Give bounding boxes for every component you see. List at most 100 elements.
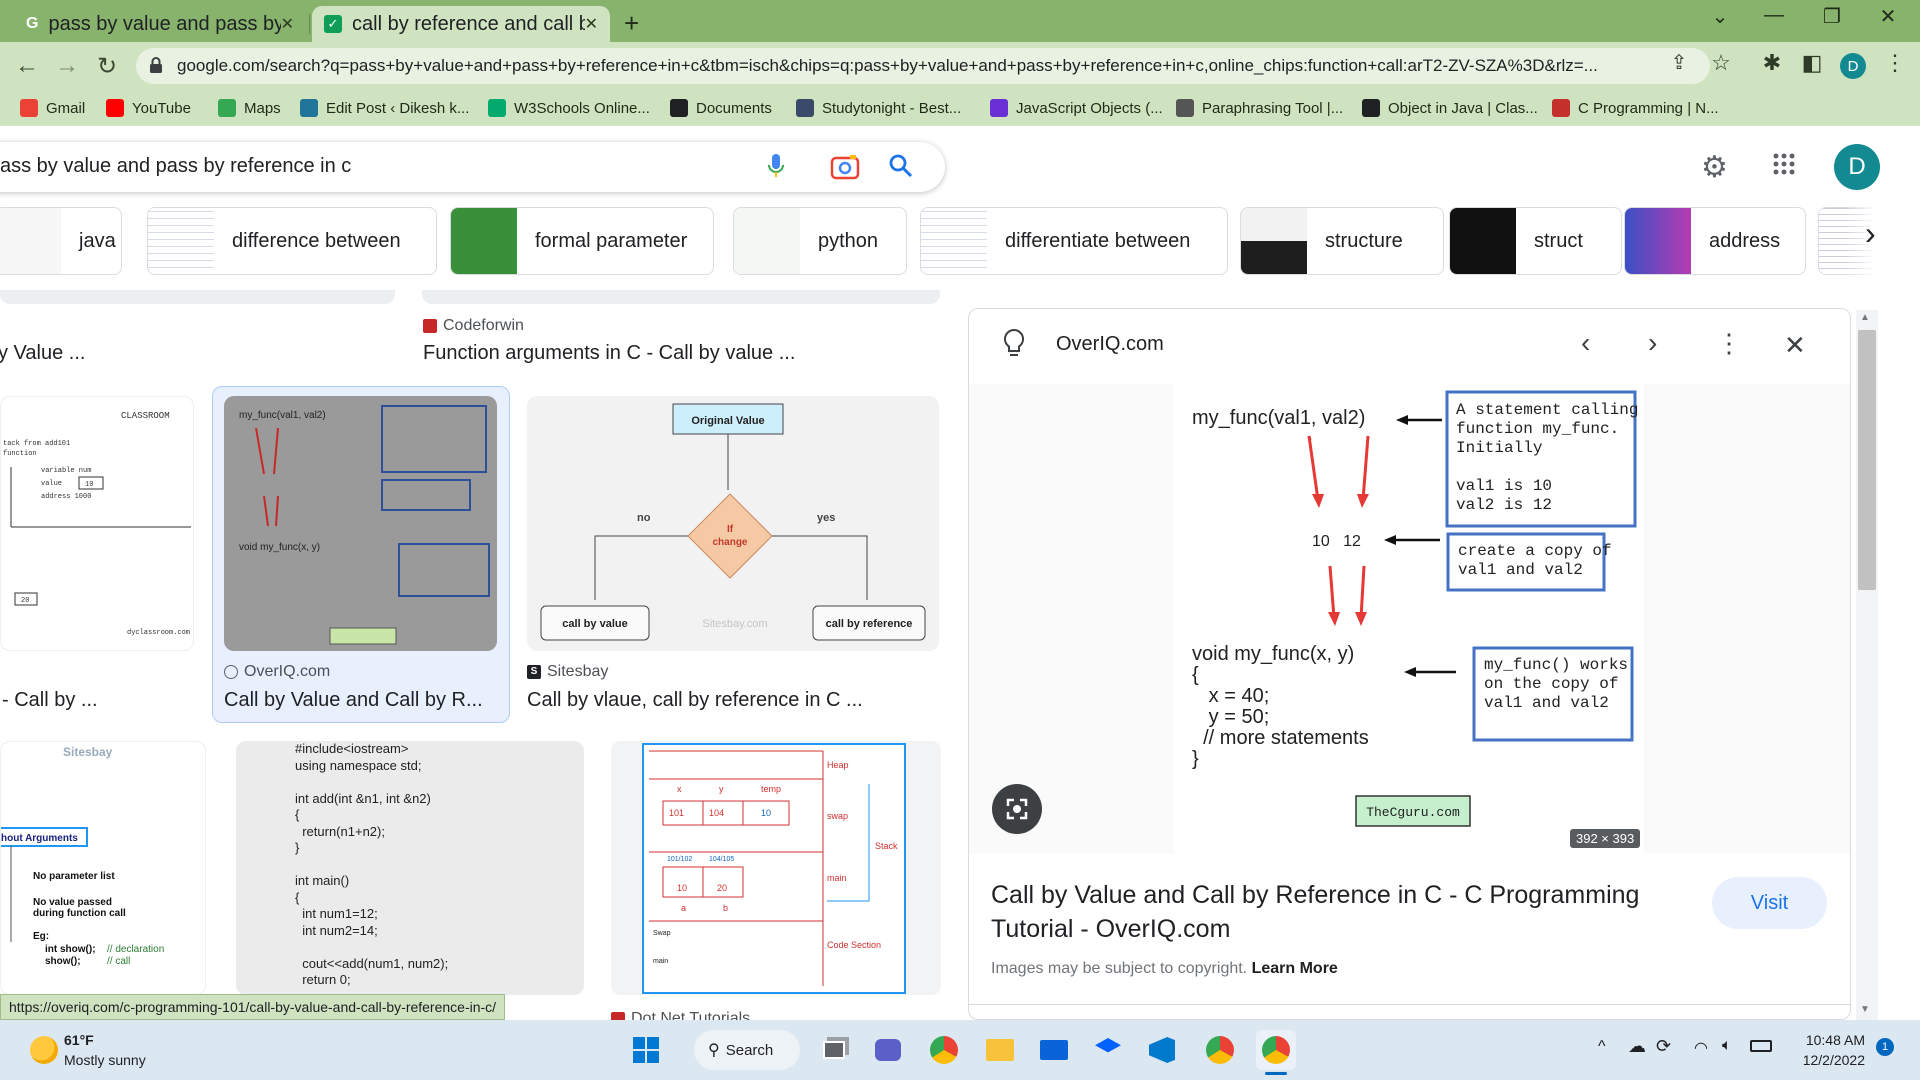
- close-tab-icon[interactable]: ✕: [281, 14, 294, 34]
- chip-formal-parameter[interactable]: formal parameter: [450, 207, 714, 275]
- apps-grid-icon[interactable]: [1772, 152, 1796, 181]
- result-source[interactable]: Codeforwin: [423, 317, 524, 335]
- notification-badge-icon[interactable]: 1: [1876, 1038, 1894, 1056]
- mail-icon[interactable]: [1034, 1030, 1074, 1070]
- scrollbar-thumb[interactable]: [1858, 330, 1876, 590]
- bookmark-documents[interactable]: Documents: [670, 96, 772, 120]
- learn-more-link[interactable]: Learn More: [1252, 960, 1338, 977]
- chip-structure[interactable]: structure: [1240, 207, 1444, 275]
- result-image-cut[interactable]: [422, 290, 940, 304]
- onedrive-icon[interactable]: ☁: [1628, 1036, 1646, 1057]
- tab-search-chevron-icon[interactable]: ⌄: [1700, 4, 1740, 29]
- side-panel-icon[interactable]: ◧: [1797, 50, 1827, 76]
- image-search-icon[interactable]: [830, 154, 860, 185]
- bookmark-studytonight[interactable]: Studytonight - Best...: [796, 96, 961, 120]
- scroll-down-arrow-icon[interactable]: ▼: [1860, 1004, 1870, 1015]
- bookmark-maps[interactable]: Maps: [218, 96, 281, 120]
- chrome-icon[interactable]: [924, 1030, 964, 1070]
- tab-call-by-reference[interactable]: ✓ call by reference and call by valu ✕: [312, 6, 610, 42]
- svg-text:If: If: [727, 524, 734, 535]
- preview-image[interactable]: my_func(val1, val2) A statement calling …: [1174, 384, 1644, 854]
- voice-search-icon[interactable]: [768, 153, 784, 185]
- bookmark-youtube[interactable]: YouTube: [106, 96, 191, 120]
- taskbar-search[interactable]: ⚲ Search: [694, 1030, 800, 1070]
- preview-site-name[interactable]: OverIQ.com: [1056, 333, 1164, 356]
- bookmark-c[interactable]: C Programming | N...: [1552, 96, 1719, 120]
- scroll-up-arrow-icon[interactable]: ▲: [1860, 312, 1870, 323]
- wifi-icon[interactable]: ◠: [1694, 1038, 1708, 1058]
- share-icon[interactable]: ⇪: [1664, 50, 1694, 75]
- search-icon[interactable]: [888, 153, 914, 184]
- chrome-profile-icon[interactable]: [1200, 1030, 1240, 1070]
- result-image-cut[interactable]: [0, 290, 395, 304]
- profile-button[interactable]: D: [1840, 53, 1866, 79]
- account-button[interactable]: D: [1834, 144, 1880, 190]
- result-image-classroom[interactable]: CLASSROOM tack from add101 function vari…: [0, 396, 194, 651]
- settings-gear-icon[interactable]: ⚙: [1701, 150, 1728, 185]
- task-view-icon[interactable]: [814, 1030, 854, 1070]
- bookmark-w3schools[interactable]: W3Schools Online...: [488, 96, 650, 120]
- result-source[interactable]: OverIQ.com: [224, 663, 330, 681]
- close-preview-icon[interactable]: ✕: [1784, 330, 1806, 361]
- start-button[interactable]: [626, 1030, 666, 1070]
- chip-python[interactable]: python: [733, 207, 907, 275]
- battery-icon[interactable]: [1750, 1040, 1772, 1052]
- thumb-text: Eg:: [33, 931, 49, 942]
- forward-button[interactable]: →: [52, 52, 82, 80]
- back-button[interactable]: ←: [12, 52, 42, 80]
- result-title[interactable]: Call by Value and Call by R...: [224, 689, 483, 712]
- bookmark-javascript[interactable]: JavaScript Objects (...: [990, 96, 1163, 120]
- chip-struct[interactable]: struct: [1449, 207, 1622, 275]
- visit-button[interactable]: Visit: [1712, 877, 1827, 929]
- result-image-without-arguments[interactable]: Sitesbay hout Arguments No parameter lis…: [0, 741, 206, 995]
- result-source[interactable]: S Sitesbay: [527, 663, 608, 681]
- codeforwin-icon: [423, 319, 437, 333]
- reload-button[interactable]: ↻: [92, 52, 122, 81]
- new-tab-button[interactable]: +: [624, 8, 639, 39]
- volume-icon[interactable]: 🔈︎: [1722, 1037, 1732, 1055]
- result-title[interactable]: - Call by ...: [2, 689, 98, 712]
- menu-kebab-icon[interactable]: ⋮: [1880, 50, 1910, 76]
- code-line: int num2=14;: [295, 922, 378, 938]
- close-tab-icon[interactable]: ✕: [585, 14, 598, 34]
- diagram-box1-line: Initially: [1456, 439, 1543, 457]
- extensions-icon[interactable]: ✱: [1757, 50, 1787, 76]
- chrome-active-icon[interactable]: [1256, 1030, 1296, 1070]
- memory-value: 101: [669, 808, 684, 818]
- close-window-button[interactable]: ✕: [1868, 4, 1908, 29]
- result-image-flowchart[interactable]: Original Value If change no yes call by …: [527, 396, 939, 651]
- chevron-right-icon[interactable]: ›: [1865, 215, 1876, 252]
- preview-title[interactable]: Call by Value and Call by Reference in C…: [991, 878, 1691, 946]
- bookmark-star-icon[interactable]: ☆: [1706, 50, 1736, 76]
- chip-difference-between[interactable]: difference between: [147, 207, 437, 275]
- next-image-icon[interactable]: ›: [1648, 327, 1657, 359]
- chip-address[interactable]: address: [1624, 207, 1806, 275]
- teams-chat-icon[interactable]: [868, 1030, 908, 1070]
- maximize-button[interactable]: ❐: [1812, 4, 1852, 29]
- tab-search-results[interactable]: G pass by value and pass by referen ✕: [14, 6, 306, 42]
- more-options-icon[interactable]: ⋮: [1716, 328, 1742, 359]
- search-input[interactable]: ass by value and pass by reference in c: [0, 142, 945, 192]
- vscode-icon[interactable]: [1142, 1030, 1182, 1070]
- sync-icon[interactable]: ⟳: [1656, 1036, 1671, 1057]
- chip-java[interactable]: java: [0, 207, 122, 275]
- clock[interactable]: 10:48 AM 12/2/2022: [1795, 1030, 1865, 1070]
- bookmark-globe[interactable]: Object in Java | Clas...: [1362, 96, 1538, 120]
- previous-image-icon[interactable]: ‹: [1581, 327, 1590, 359]
- chip-differentiate-between[interactable]: differentiate between: [920, 207, 1228, 275]
- bookmark-wordpress[interactable]: Edit Post ‹ Dikesh k...: [300, 96, 469, 120]
- lens-search-button[interactable]: [992, 784, 1042, 834]
- dropbox-icon[interactable]: [1088, 1030, 1128, 1070]
- result-title[interactable]: Function arguments in C - Call by value …: [423, 342, 795, 365]
- chevron-up-icon[interactable]: ^: [1598, 1038, 1606, 1056]
- minimize-button[interactable]: —: [1754, 4, 1794, 27]
- result-image-overiq[interactable]: my_func(val1, val2) void my_func(x, y): [224, 396, 497, 651]
- result-image-memory[interactable]: Heap swap Stack main Code Section x y te…: [611, 741, 941, 995]
- address-bar[interactable]: google.com/search?q=pass+by+value+and+pa…: [136, 48, 1710, 84]
- result-title[interactable]: y Value ...: [0, 342, 85, 365]
- bookmark-gmail[interactable]: Gmail: [20, 96, 85, 120]
- file-explorer-icon[interactable]: [980, 1030, 1020, 1070]
- result-image-code[interactable]: #include<iostream> using namespace std; in…: [236, 741, 584, 995]
- bookmark-pen[interactable]: Paraphrasing Tool |...: [1176, 96, 1343, 120]
- result-title[interactable]: Call by vlaue, call by reference in C ..…: [527, 689, 863, 712]
